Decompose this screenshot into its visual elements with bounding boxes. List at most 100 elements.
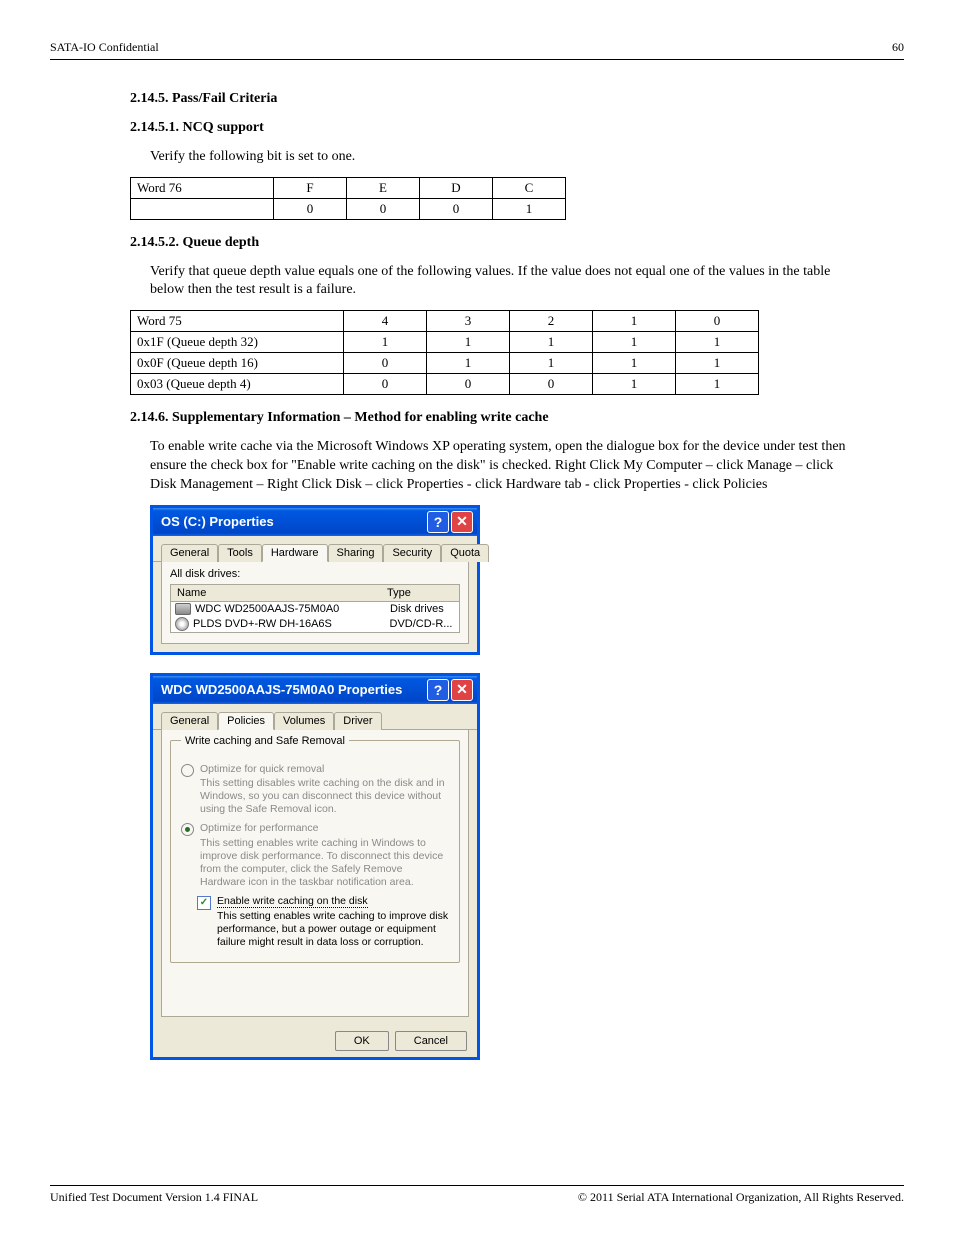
qd-h1: 4 [344,311,427,332]
footer-right: © 2011 Serial ATA International Organiza… [578,1190,904,1205]
table-ncq: Word 76 F E D C 0 0 0 1 [130,177,566,220]
qd-r1c1: 1 [344,332,427,353]
all-drives-label: All disk drives: [170,568,460,580]
ok-button[interactable]: OK [335,1031,389,1051]
close-button[interactable]: ✕ [451,679,473,701]
ncq-h4: C [493,177,566,198]
qd-r2c4: 1 [593,353,676,374]
option-quick-removal[interactable]: Optimize for quick removal This setting … [181,763,449,817]
qd-r1c4: 1 [593,332,676,353]
qd-r2c0: 0x0F (Queue depth 16) [131,353,344,374]
col-name: Name [171,585,381,601]
body: 2.14.5. Pass/Fail Criteria 2.14.5.1. NCQ… [50,60,904,1060]
tab-panel-policies: Write caching and Safe Removal Optimize … [161,730,469,1017]
tab-policies[interactable]: Policies [218,712,274,730]
os-properties-window: OS (C:) Properties ? ✕ General Tools Har… [150,505,480,655]
tab-volumes[interactable]: Volumes [274,712,334,730]
qd-h5: 0 [676,311,759,332]
header-doc: SATA-IO Confidential [50,40,159,55]
page-footer: Unified Test Document Version 1.4 FINAL … [50,1185,904,1205]
qd-h0: Word 75 [131,311,344,332]
titlebar: WDC WD2500AAJS-75M0A0 Properties ? ✕ [153,676,477,704]
page-header: SATA-IO Confidential 60 [50,40,904,55]
ncq-v0 [131,198,274,219]
footer-left: Unified Test Document Version 1.4 FINAL [50,1190,258,1205]
header-page: 60 [892,40,904,55]
help-button[interactable]: ? [427,679,449,701]
qd-r1c3: 1 [510,332,593,353]
screenshot-os-properties: OS (C:) Properties ? ✕ General Tools Har… [150,505,480,1060]
ncq-v2: 0 [347,198,420,219]
disk-drive-icon [175,603,191,615]
para-qd: Verify that queue depth value equals one… [150,263,854,301]
qd-r1c5: 1 [676,332,759,353]
qd-r3c2: 0 [427,374,510,395]
qd-r1c2: 1 [427,332,510,353]
help-button[interactable]: ? [427,511,449,533]
qd-r3c4: 1 [593,374,676,395]
tab-tools[interactable]: Tools [218,544,262,562]
fieldset-legend: Write caching and Safe Removal [181,735,349,747]
checkbox-write-cache[interactable] [197,896,211,910]
tab-quota[interactable]: Quota [441,544,489,562]
section-heading-passfail: 2.14.5. Pass/Fail Criteria [130,90,854,109]
qd-r3c5: 1 [676,374,759,395]
ncq-v4: 1 [493,198,566,219]
tabs: General Tools Hardware Sharing Security … [153,536,477,562]
tab-sharing[interactable]: Sharing [328,544,384,562]
qd-h3: 2 [510,311,593,332]
dialog-buttons: OK Cancel [153,1025,477,1057]
cancel-button[interactable]: Cancel [395,1031,467,1051]
opt1-label: Optimize for quick removal [200,763,449,776]
tab-security[interactable]: Security [383,544,441,562]
drive-name: WDC WD2500AAJS-75M0A0 [195,603,390,615]
chk-desc: This setting enables write caching to im… [217,910,449,949]
qd-r2c1: 0 [344,353,427,374]
drive-name: PLDS DVD+-RW DH-16A6S [193,618,390,630]
qd-r3c0: 0x03 (Queue depth 4) [131,374,344,395]
drive-row[interactable]: WDC WD2500AAJS-75M0A0 Disk drives [171,602,459,616]
ncq-v1: 0 [274,198,347,219]
device-properties-window: WDC WD2500AAJS-75M0A0 Properties ? ✕ Gen… [150,673,480,1060]
qd-r3c3: 0 [510,374,593,395]
qd-r2c5: 1 [676,353,759,374]
document-page: SATA-IO Confidential 60 2.14.5. Pass/Fai… [0,0,954,1235]
ncq-h0: Word 76 [131,177,274,198]
qd-h2: 3 [427,311,510,332]
drive-list: WDC WD2500AAJS-75M0A0 Disk drives PLDS D… [170,602,460,633]
qd-r2c2: 1 [427,353,510,374]
ncq-h3: D [420,177,493,198]
chk-label: Enable write caching on the disk [217,895,368,908]
tab-driver[interactable]: Driver [334,712,381,730]
section-heading-wc: 2.14.6. Supplementary Information – Meth… [130,409,854,428]
section-heading-queuedepth: 2.14.5.2. Queue depth [130,234,854,253]
drive-type: DVD/CD-R... [390,618,456,630]
option-performance[interactable]: Optimize for performance This setting en… [181,822,449,889]
para-verify: Verify the following bit is set to one. [150,148,854,167]
ncq-h2: E [347,177,420,198]
radio-quick-removal[interactable] [181,764,194,777]
titlebar: OS (C:) Properties ? ✕ [153,508,477,536]
ncq-v3: 0 [420,198,493,219]
para-wc: To enable write cache via the Microsoft … [150,438,854,495]
qd-r2c3: 1 [510,353,593,374]
tab-general[interactable]: General [161,544,218,562]
table-qd: Word 75 4 3 2 1 0 0x1F (Queue depth 32) … [130,310,759,395]
opt2-label: Optimize for performance [200,822,449,835]
window-title: OS (C:) Properties [161,514,274,529]
qd-r1c0: 0x1F (Queue depth 32) [131,332,344,353]
radio-performance[interactable] [181,823,194,836]
drive-row[interactable]: PLDS DVD+-RW DH-16A6S DVD/CD-R... [171,616,459,632]
drive-list-header: Name Type [170,584,460,602]
close-button[interactable]: ✕ [451,511,473,533]
tab-panel-hardware: All disk drives: Name Type WDC WD2500AAJ… [161,562,469,644]
tab-general[interactable]: General [161,712,218,730]
checkbox-write-cache-row[interactable]: Enable write caching on the disk This se… [197,895,449,950]
drive-type: Disk drives [390,603,455,615]
tab-hardware[interactable]: Hardware [262,544,328,562]
window-title: WDC WD2500AAJS-75M0A0 Properties [161,682,402,697]
dvd-drive-icon [175,617,189,631]
write-caching-fieldset: Write caching and Safe Removal Optimize … [170,740,460,963]
qd-h4: 1 [593,311,676,332]
qd-r3c1: 0 [344,374,427,395]
